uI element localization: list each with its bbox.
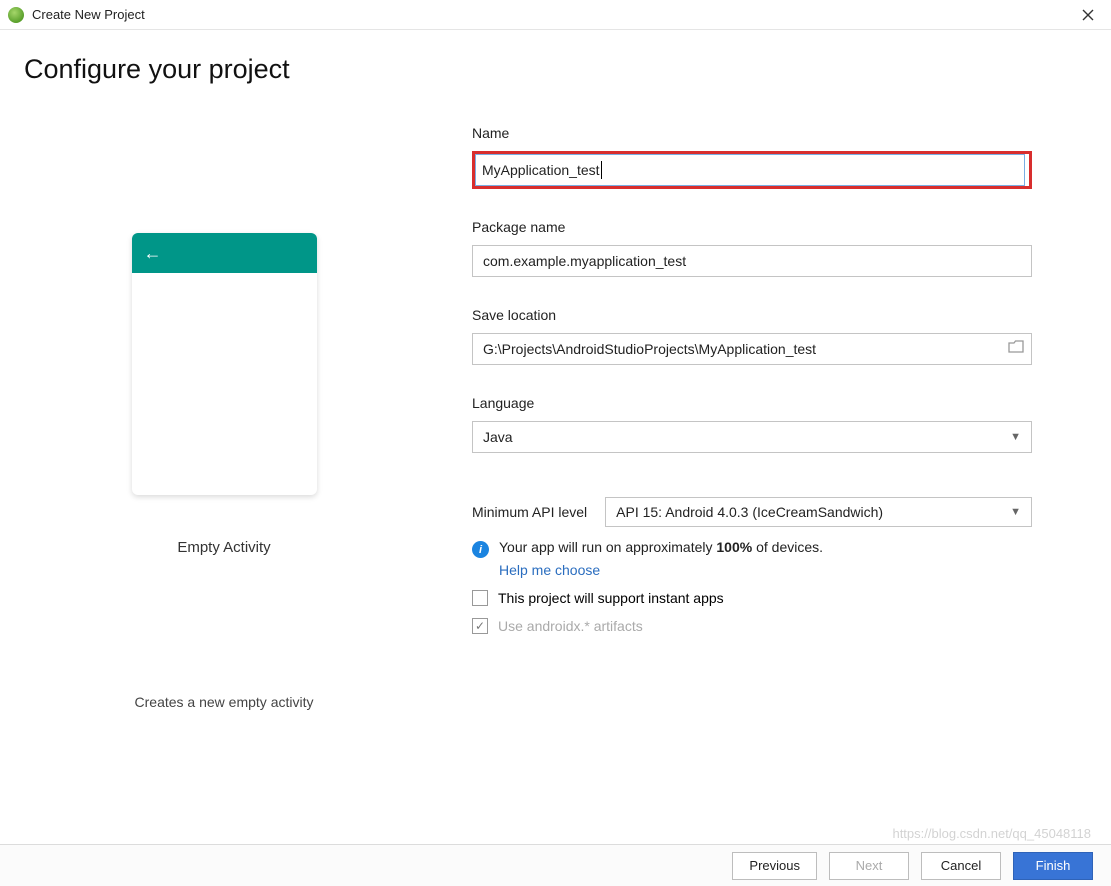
preview-appbar: ← bbox=[132, 233, 317, 273]
browse-folder-icon[interactable] bbox=[1008, 340, 1024, 358]
cancel-button[interactable]: Cancel bbox=[921, 852, 1001, 880]
package-label: Package name bbox=[472, 219, 1032, 235]
app-icon bbox=[8, 7, 24, 23]
save-location-label: Save location bbox=[472, 307, 1032, 323]
language-value: Java bbox=[483, 429, 513, 445]
info-percent: 100% bbox=[716, 539, 752, 555]
previous-button[interactable]: Previous bbox=[732, 852, 817, 880]
device-coverage-info: i Your app will run on approximately 100… bbox=[472, 539, 1032, 558]
api-level-select[interactable]: API 15: Android 4.0.3 (IceCreamSandwich)… bbox=[605, 497, 1032, 527]
back-arrow-icon: ← bbox=[144, 243, 162, 264]
name-highlight-box: MyApplication_test bbox=[472, 151, 1032, 189]
help-me-choose-link[interactable]: Help me choose bbox=[499, 562, 1032, 578]
next-button: Next bbox=[829, 852, 909, 880]
content-area: Configure your project ← Empty Activity … bbox=[0, 30, 1111, 844]
footer-bar: Previous Next Cancel Finish bbox=[0, 844, 1111, 886]
instant-apps-row[interactable]: This project will support instant apps bbox=[472, 590, 1032, 606]
chevron-down-icon: ▼ bbox=[1010, 506, 1021, 518]
androidx-checkbox: ✓ bbox=[472, 618, 488, 634]
api-level-value: API 15: Android 4.0.3 (IceCreamSandwich) bbox=[616, 504, 883, 520]
info-icon: i bbox=[472, 541, 489, 558]
page-title: Configure your project bbox=[24, 54, 1087, 85]
androidx-row: ✓ Use androidx.* artifacts bbox=[472, 618, 1032, 634]
info-suffix: of devices. bbox=[752, 539, 823, 555]
titlebar: Create New Project bbox=[0, 0, 1111, 30]
language-select[interactable]: Java ▼ bbox=[472, 421, 1032, 453]
name-label: Name bbox=[472, 125, 1032, 141]
save-location-field[interactable] bbox=[472, 333, 1032, 365]
template-preview: ← bbox=[132, 233, 317, 495]
package-field[interactable] bbox=[472, 245, 1032, 277]
language-label: Language bbox=[472, 395, 1032, 411]
api-level-label: Minimum API level bbox=[472, 504, 587, 520]
template-description: Creates a new empty activity bbox=[24, 694, 424, 710]
template-name: Empty Activity bbox=[177, 539, 270, 556]
form-column: Name MyApplication_test Package name Sav… bbox=[472, 125, 1032, 844]
text-cursor bbox=[601, 161, 602, 179]
instant-apps-checkbox[interactable] bbox=[472, 590, 488, 606]
chevron-down-icon: ▼ bbox=[1010, 431, 1021, 443]
name-field[interactable]: MyApplication_test bbox=[475, 154, 1025, 186]
finish-button[interactable]: Finish bbox=[1013, 852, 1093, 880]
androidx-label: Use androidx.* artifacts bbox=[498, 618, 643, 634]
close-icon[interactable] bbox=[1073, 0, 1103, 30]
watermark-text: https://blog.csdn.net/qq_45048118 bbox=[892, 826, 1091, 841]
name-value: MyApplication_test bbox=[482, 162, 600, 178]
info-prefix: Your app will run on approximately bbox=[499, 539, 716, 555]
preview-column: ← Empty Activity Creates a new empty act… bbox=[24, 125, 424, 844]
instant-apps-label: This project will support instant apps bbox=[498, 590, 724, 606]
window-title: Create New Project bbox=[32, 7, 145, 22]
